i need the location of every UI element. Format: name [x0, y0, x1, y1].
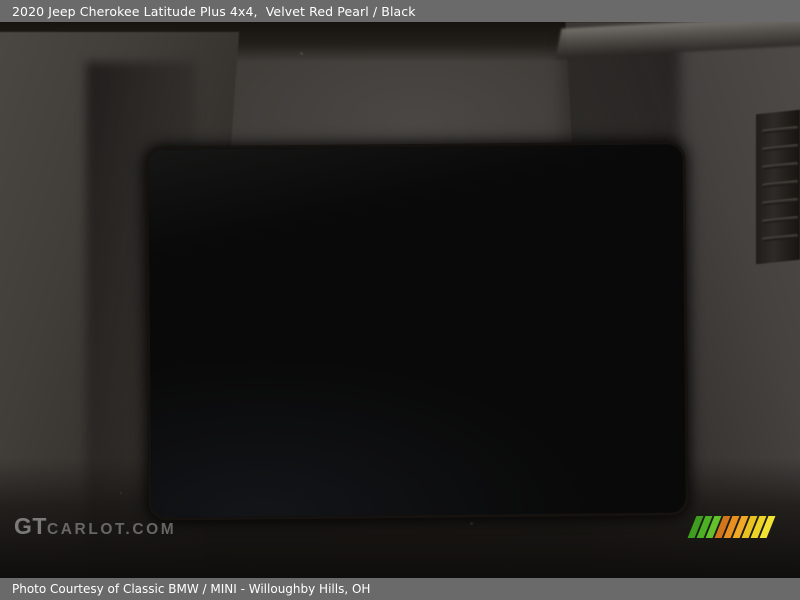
- music-note-icon: [253, 433, 287, 467]
- vehicle-interior-photo: FM 106.3 1:03 63°F out No phone connecte…: [0, 22, 800, 578]
- bottom-nav-bar: A Radio Media Climate Apps Controls Phon…: [150, 417, 686, 518]
- dust-speck: [300, 52, 303, 55]
- controls-hand-icon: [475, 431, 509, 465]
- nav-item-settings[interactable]: Settings: [606, 430, 674, 480]
- dialog-message-line-2: Do you want to pair a phone?: [305, 286, 526, 305]
- air-vent: [756, 109, 800, 265]
- nav-item-radio[interactable]: A Radio: [162, 434, 230, 484]
- nav-item-controls[interactable]: Controls: [458, 431, 526, 481]
- apps-icon: [401, 432, 435, 466]
- nav-item-apps[interactable]: Apps: [384, 432, 452, 482]
- nav-label-climate: Climate: [323, 469, 366, 482]
- phone-handset-icon: [549, 430, 583, 464]
- nav-item-media[interactable]: Media: [236, 433, 304, 483]
- photo-credit-text: Photo Courtesy of Classic BMW / MINI - W…: [12, 582, 371, 596]
- radio-wave-icon: [230, 175, 245, 190]
- photo-credit-bar: Photo Courtesy of Classic BMW / MINI - W…: [0, 578, 800, 600]
- uconnect-touchscreen[interactable]: FM 106.3 1:03 63°F out No phone connecte…: [148, 144, 686, 518]
- nav-label-phone: Phone: [548, 467, 585, 480]
- nav-item-phone[interactable]: Phone: [532, 430, 600, 480]
- nav-item-climate[interactable]: Climate: [310, 432, 378, 482]
- listing-title-bar: 2020 Jeep Cherokee Latitude Plus 4x4, Ve…: [0, 0, 800, 22]
- dust-speck: [470, 522, 473, 525]
- svg-text:A: A: [191, 447, 201, 462]
- pair-phone-dialog: No phone connected. Do you want to pair …: [153, 236, 678, 406]
- status-source-label: FM 106.3: [250, 174, 312, 191]
- status-source: FM 106.3: [230, 174, 312, 191]
- dialog-message-line-1: No phone connected.: [336, 265, 496, 284]
- screen-content: FM 106.3 1:03 63°F out No phone connecte…: [148, 144, 686, 518]
- gtcarlot-stripes: [687, 516, 793, 538]
- status-bar: FM 106.3 1:03 63°F out: [148, 164, 682, 197]
- nav-label-apps: Apps: [403, 468, 434, 482]
- gear-icon: [623, 430, 657, 464]
- status-temperature: 63°F out: [440, 173, 487, 186]
- nav-label-radio: Radio: [180, 470, 213, 484]
- page-title: 2020 Jeep Cherokee Latitude Plus 4x4, Ve…: [12, 3, 416, 19]
- screenshot-root: 2020 Jeep Cherokee Latitude Plus 4x4, Ve…: [0, 0, 800, 600]
- radio-antenna-icon: A: [179, 434, 213, 468]
- nav-label-media: Media: [253, 470, 287, 483]
- nav-label-settings: Settings: [617, 466, 664, 480]
- yes-button[interactable]: Yes: [311, 323, 409, 365]
- dialog-button-row: Yes No: [155, 322, 677, 365]
- nav-label-controls: Controls: [468, 468, 517, 481]
- dialog-message: No phone connected. Do you want to pair …: [155, 264, 677, 306]
- dust-speck: [120, 492, 122, 494]
- status-clock: 1:03: [391, 171, 426, 190]
- no-button[interactable]: No: [423, 322, 521, 365]
- climate-fan-icon: [327, 433, 361, 467]
- close-x-icon[interactable]: [639, 254, 661, 276]
